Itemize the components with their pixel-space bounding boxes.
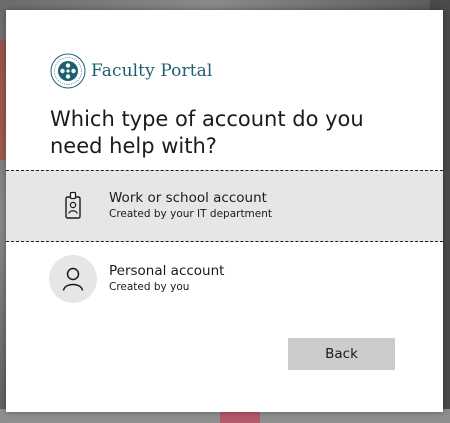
option-subtitle: Created by your IT department <box>109 208 273 220</box>
back-button[interactable]: Back <box>288 338 395 370</box>
option-title: Personal account <box>109 263 225 279</box>
university-seal-icon <box>50 53 86 89</box>
option-work-or-school-account[interactable]: Work or school account Created by your I… <box>6 170 443 242</box>
person-icon <box>49 255 97 303</box>
brand-header: Faculty Portal <box>50 52 212 90</box>
option-personal-account[interactable]: Personal account Created by you <box>6 243 443 315</box>
brand-name: Faculty Portal <box>91 61 213 81</box>
option-subtitle: Created by you <box>109 281 190 293</box>
option-title: Work or school account <box>109 190 267 206</box>
dialog-question: Which type of account do you need help w… <box>50 107 364 158</box>
id-badge-icon <box>49 182 97 230</box>
account-type-dialog: Faculty Portal Which type of account do … <box>6 10 443 412</box>
